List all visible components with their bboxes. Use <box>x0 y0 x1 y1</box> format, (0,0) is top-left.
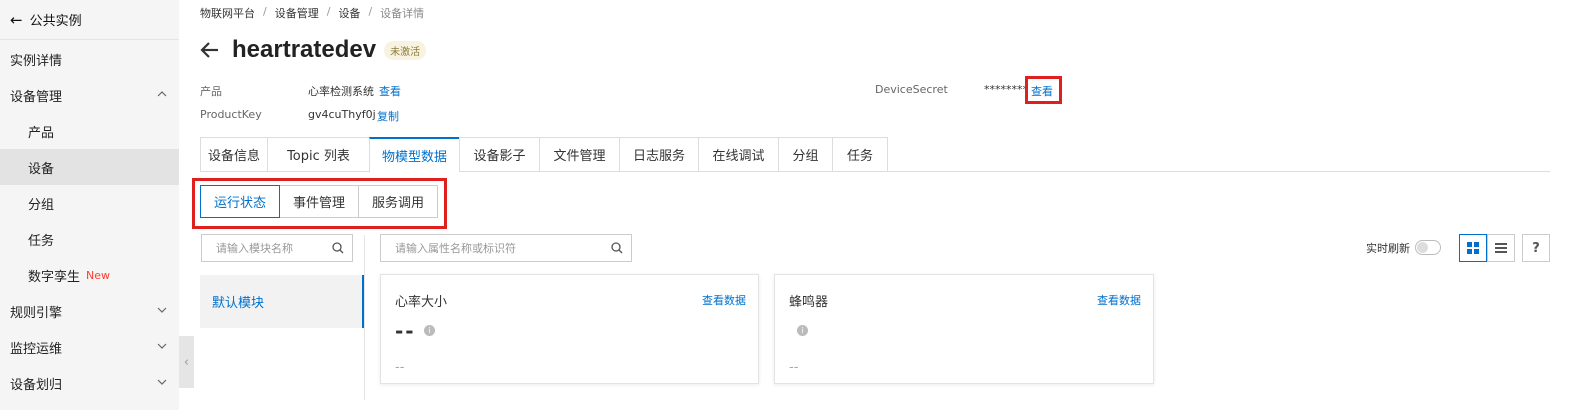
sidebar-item-task[interactable]: 任务 <box>0 221 179 257</box>
card-footer: -- <box>789 360 799 375</box>
sidebar-item-group[interactable]: 分组 <box>0 185 179 221</box>
sidebar-item-digital-twin[interactable]: 数字孪生 New <box>0 257 179 293</box>
tab-thing-model-data[interactable]: 物模型数据 <box>369 137 459 173</box>
realtime-refresh-label: 实时刷新 <box>1366 242 1410 255</box>
breadcrumb-separator: / <box>368 5 373 18</box>
chevron-up-icon <box>157 91 167 97</box>
search-icon[interactable] <box>611 242 623 254</box>
sidebar-item-label: 数字孪生 <box>28 269 81 285</box>
sidebar-item-product[interactable]: 产品 <box>0 113 179 149</box>
product-value: 心率检测系统 <box>308 85 374 98</box>
tab-device-info[interactable]: 设备信息 <box>200 137 267 172</box>
product-view-link[interactable]: 查看 <box>379 83 401 99</box>
chevron-left-icon: ‹ <box>183 354 190 370</box>
chevron-down-icon <box>157 343 167 349</box>
grid-view-button[interactable] <box>1459 234 1487 262</box>
status-badge: 未激活 <box>384 40 427 60</box>
devicesecret-label: DeviceSecret <box>875 83 948 96</box>
card-title: 心率大小 <box>395 295 448 310</box>
arrow-left-icon: ← <box>10 10 23 29</box>
breadcrumb-device-detail: 设备详情 <box>380 7 425 20</box>
tab-log-service[interactable]: 日志服务 <box>619 137 698 172</box>
sidebar-item-instance-detail[interactable]: 实例详情 <box>0 41 179 77</box>
devicesecret-value: ******** <box>984 83 1028 96</box>
sidebar-item-label: 分组 <box>28 197 55 213</box>
tab-topic-list[interactable]: Topic 列表 <box>267 137 369 172</box>
help-button[interactable]: ? <box>1522 234 1550 262</box>
instance-name: 公共实例 <box>29 14 82 29</box>
breadcrumb-separator: / <box>263 5 267 18</box>
highlight-box-secret <box>1025 76 1062 104</box>
sidebar-item-label: 监控运维 <box>10 341 63 357</box>
sidebar-item-monitoring[interactable]: 监控运维 <box>0 329 179 365</box>
realtime-refresh-toggle[interactable] <box>1415 240 1441 255</box>
divider <box>364 235 365 400</box>
property-search-input[interactable]: 请输入属性名称或标识符 <box>380 234 632 262</box>
sidebar-item-label: 实例详情 <box>10 53 63 69</box>
main-content: 物联网平台 / 设备管理 / 设备 / 设备详情 heartratedev 未激… <box>192 0 1588 410</box>
sidebar-item-label: 规则引擎 <box>10 305 63 321</box>
productkey-value: gv4cuThyf0j <box>308 108 376 121</box>
search-icon[interactable] <box>332 242 344 254</box>
sidebar-item-device[interactable]: 设备 <box>0 149 179 185</box>
breadcrumb-device-management[interactable]: 设备管理 <box>275 5 319 21</box>
view-data-link[interactable]: 查看数据 <box>1097 292 1141 308</box>
list-view-button[interactable] <box>1487 234 1515 262</box>
info-icon[interactable]: i <box>797 325 808 336</box>
sidebar-collapse-handle[interactable]: ‹ <box>179 336 194 388</box>
subtab-runtime-status[interactable]: 运行状态 <box>200 185 280 218</box>
productkey-copy-link[interactable]: 复制 <box>377 108 399 124</box>
sidebar-item-rule-engine[interactable]: 规则引擎 <box>0 293 179 329</box>
tab-task[interactable]: 任务 <box>832 137 888 172</box>
module-label: 默认模块 <box>212 296 265 311</box>
sidebar-item-label: 设备管理 <box>10 89 63 105</box>
sidebar-item-device-management[interactable]: 设备管理 <box>0 77 179 113</box>
sidebar-item-label: 设备划归 <box>10 377 63 393</box>
product-label: 产品 <box>200 85 222 98</box>
sidebar-item-label: 任务 <box>28 233 55 249</box>
view-data-link[interactable]: 查看数据 <box>702 292 746 308</box>
page-title: heartratedev <box>232 36 377 63</box>
grid-icon <box>1467 242 1479 254</box>
list-icon <box>1495 243 1507 253</box>
breadcrumb-device[interactable]: 设备 <box>338 5 360 21</box>
sidebar: ← 公共实例 实例详情 设备管理 产品 设备 分组 任务 数字孪生 New 规则… <box>0 0 179 410</box>
tab-group[interactable]: 分组 <box>778 137 832 172</box>
module-search-placeholder: 请输入模块名称 <box>216 242 293 255</box>
help-icon: ? <box>1532 240 1540 256</box>
card-title: 蜂鸣器 <box>789 295 829 310</box>
property-card-heart-rate: 心率大小 查看数据 -- i -- <box>380 274 759 384</box>
sidebar-item-label: 设备 <box>28 161 55 177</box>
module-list-item-default[interactable]: 默认模块 <box>200 275 364 328</box>
chevron-down-icon <box>157 379 167 385</box>
detail-tabs: 设备信息 Topic 列表 物模型数据 设备影子 文件管理 日志服务 在线调试 … <box>200 137 1550 173</box>
breadcrumb-separator: / <box>326 5 331 18</box>
card-value: -- <box>395 319 416 343</box>
tab-file-management[interactable]: 文件管理 <box>539 137 619 172</box>
card-footer: -- <box>395 360 405 375</box>
sidebar-item-label: 产品 <box>28 125 55 141</box>
new-badge: New <box>86 268 111 282</box>
back-to-instance[interactable]: ← 公共实例 <box>0 0 179 40</box>
breadcrumb-iot-platform[interactable]: 物联网平台 <box>200 5 255 21</box>
breadcrumb: 物联网平台 / 设备管理 / 设备 / 设备详情 <box>200 5 424 21</box>
info-icon[interactable]: i <box>424 325 435 336</box>
property-card-buzzer: 蜂鸣器 查看数据 i -- <box>774 274 1154 384</box>
property-search-placeholder: 请输入属性名称或标识符 <box>395 242 516 255</box>
tab-online-debug[interactable]: 在线调试 <box>698 137 778 172</box>
chevron-down-icon <box>157 307 167 313</box>
sidebar-item-device-assign[interactable]: 设备划归 <box>0 365 179 401</box>
title-row: heartratedev 未激活 <box>200 36 427 64</box>
productkey-label: ProductKey <box>200 108 262 121</box>
tab-device-shadow[interactable]: 设备影子 <box>459 137 539 172</box>
back-arrow-icon[interactable] <box>200 40 220 60</box>
module-search-input[interactable]: 请输入模块名称 <box>201 234 353 262</box>
